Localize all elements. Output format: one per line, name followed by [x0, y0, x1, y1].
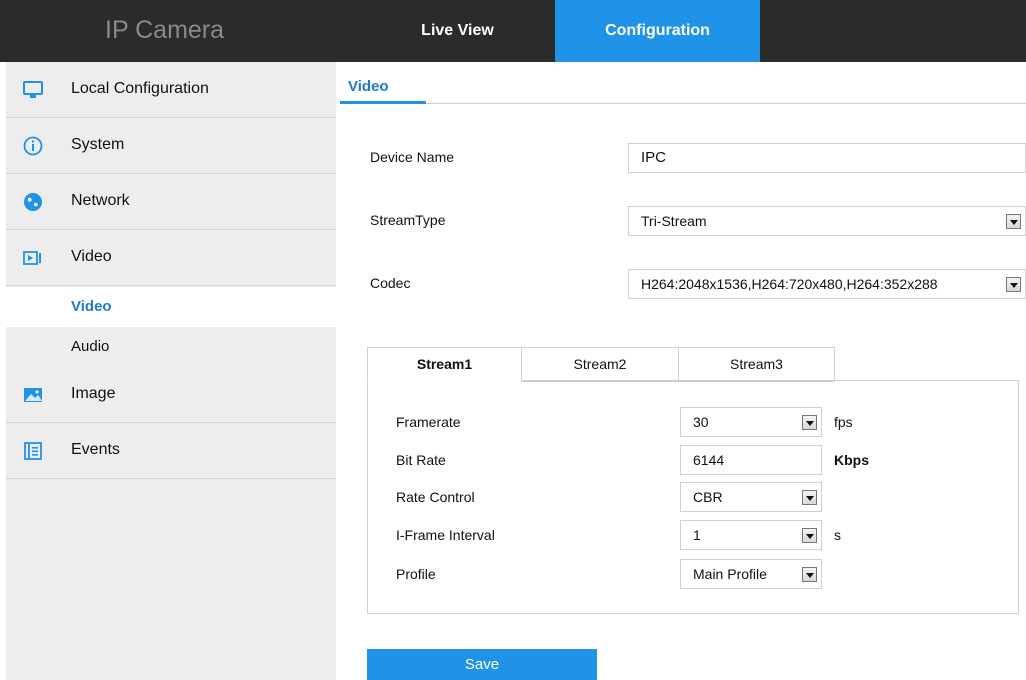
app-title: IP Camera	[105, 16, 225, 44]
rate-control-value: CBR	[693, 489, 723, 505]
bit-rate-field[interactable]: 6144	[680, 445, 822, 475]
sidebar-subitem-audio[interactable]: Audio	[6, 327, 336, 367]
image-icon	[22, 384, 44, 406]
sidebar-item-label: Network	[71, 192, 130, 209]
title-underline	[340, 101, 426, 104]
iframe-interval-unit: s	[834, 527, 841, 543]
framerate-select[interactable]: 30	[680, 407, 822, 437]
chevron-down-icon	[802, 415, 817, 430]
page-title: Video	[348, 78, 389, 95]
sidebar-subitem-video[interactable]: Video	[6, 287, 336, 327]
title-divider	[340, 103, 1026, 104]
chevron-down-icon	[1006, 277, 1021, 292]
chevron-down-icon	[1006, 214, 1021, 229]
profile-value: Main Profile	[693, 566, 767, 582]
iframe-interval-label: I-Frame Interval	[396, 527, 495, 543]
framerate-label: Framerate	[396, 414, 461, 430]
save-button[interactable]: Save	[367, 649, 597, 680]
events-icon	[22, 440, 44, 462]
tab-stream1[interactable]: Stream1	[367, 347, 522, 382]
sidebar-item-local-configuration[interactable]: Local Configuration	[6, 62, 336, 118]
profile-label: Profile	[396, 566, 436, 582]
framerate-value: 30	[693, 414, 709, 430]
stream-type-label: StreamType	[370, 212, 446, 228]
tab-configuration[interactable]: Configuration	[555, 0, 760, 62]
codec-select[interactable]: H264:2048x1536,H264:720x480,H264:352x288	[628, 269, 1026, 299]
sidebar: Local Configuration System Network Video…	[6, 62, 336, 680]
tab-live-view[interactable]: Live View	[360, 0, 555, 62]
bit-rate-unit: Kbps	[834, 452, 869, 468]
rate-control-label: Rate Control	[396, 489, 475, 505]
sidebar-subitem-label: Audio	[71, 338, 110, 355]
sidebar-item-image[interactable]: Image	[6, 367, 336, 423]
framerate-unit: fps	[834, 414, 853, 430]
tab-stream3[interactable]: Stream3	[678, 347, 835, 382]
device-name-label: Device Name	[370, 149, 455, 165]
sidebar-item-label: System	[71, 136, 125, 153]
iframe-interval-select[interactable]: 1	[680, 520, 822, 550]
sidebar-item-events[interactable]: Events	[6, 423, 336, 479]
iframe-interval-value: 1	[693, 527, 701, 543]
sidebar-item-system[interactable]: System	[6, 118, 336, 174]
sidebar-subitem-label: Video	[71, 298, 112, 315]
sidebar-item-network[interactable]: Network	[6, 174, 336, 230]
sidebar-item-label: Image	[71, 385, 116, 402]
codec-value: H264:2048x1536,H264:720x480,H264:352x288	[641, 276, 938, 292]
rate-control-select[interactable]: CBR	[680, 482, 822, 512]
sidebar-item-label: Local Configuration	[71, 80, 209, 97]
info-icon	[22, 135, 44, 157]
chevron-down-icon	[802, 528, 817, 543]
stream-type-value: Tri-Stream	[641, 213, 707, 229]
codec-label: Codec	[370, 275, 411, 291]
chevron-down-icon	[802, 490, 817, 505]
bit-rate-label: Bit Rate	[396, 452, 446, 468]
sidebar-item-label: Video	[71, 248, 112, 265]
video-icon	[22, 247, 44, 269]
chevron-down-icon	[802, 567, 817, 582]
device-name-field[interactable]: IPC	[628, 143, 1026, 173]
profile-select[interactable]: Main Profile	[680, 559, 822, 589]
sidebar-item-video[interactable]: Video	[6, 230, 336, 286]
monitor-icon	[22, 79, 44, 101]
tab-stream2[interactable]: Stream2	[521, 347, 679, 382]
stream-type-select[interactable]: Tri-Stream	[628, 206, 1026, 236]
top-bar: IP Camera Live View Configuration	[0, 0, 1026, 62]
globe-icon	[22, 191, 44, 213]
sidebar-item-label: Events	[71, 441, 120, 458]
